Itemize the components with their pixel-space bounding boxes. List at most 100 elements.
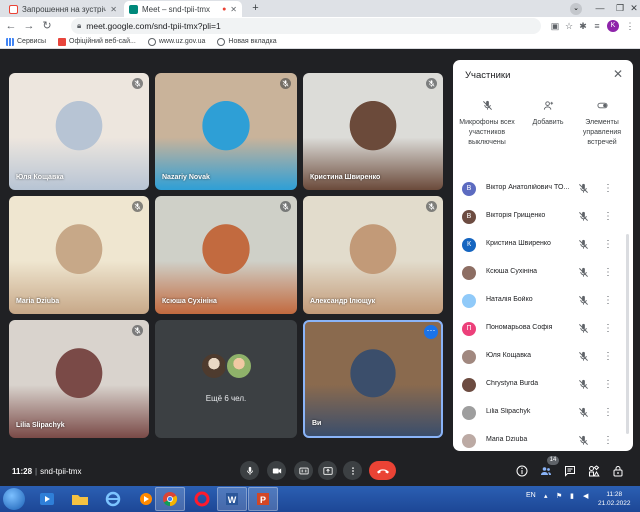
mic-off-icon[interactable] — [578, 211, 589, 222]
new-tab-button[interactable]: + — [249, 2, 262, 15]
participant-row[interactable]: Наталія Бойко ⋮ — [453, 287, 633, 315]
microphone-button[interactable] — [240, 461, 259, 480]
more-vert-icon[interactable]: ⋮ — [603, 182, 613, 196]
mic-off-icon[interactable] — [578, 239, 589, 250]
leave-call-button[interactable] — [369, 461, 396, 480]
browser-tab-meet[interactable]: Meet – snd-tpii-tmx ● ✕ — [124, 1, 242, 17]
participant-row[interactable]: Chrystyna Burda ⋮ — [453, 371, 633, 399]
forward-button[interactable]: → — [22, 18, 36, 34]
taskbar-explorer[interactable] — [65, 487, 95, 511]
participant-video-tile[interactable]: Nazariy Novak — [155, 73, 297, 190]
taskbar-opera[interactable] — [187, 487, 217, 511]
more-vert-icon[interactable]: ⋮ — [603, 266, 613, 280]
bookmark-official-site[interactable]: Офіційний веб-сай... — [58, 37, 136, 46]
participant-row[interactable]: Maria Dziuba ⋮ — [453, 427, 633, 451]
participants-button[interactable] — [538, 463, 554, 479]
maximize-button[interactable]: ❐ — [610, 0, 630, 17]
taskbar-internet-explorer[interactable] — [98, 487, 128, 511]
participant-video-tile[interactable]: Maria Dziuba — [9, 196, 149, 314]
mic-off-icon[interactable] — [578, 435, 589, 446]
participant-row[interactable]: Юля Кощавка ⋮ — [453, 343, 633, 371]
media-icon[interactable]: ≡ — [590, 18, 604, 34]
meeting-info-button[interactable] — [514, 463, 530, 479]
host-controls-button[interactable] — [610, 463, 626, 479]
more-vert-icon[interactable]: ⋮ — [603, 322, 613, 336]
participant-row[interactable]: К Кристина Швиренко ⋮ — [453, 231, 633, 259]
more-vert-icon[interactable]: ⋮ — [603, 434, 613, 448]
more-vert-icon[interactable]: ⋮ — [603, 406, 613, 420]
present-button[interactable] — [318, 461, 337, 480]
extensions-icon[interactable]: ✱ — [576, 18, 590, 34]
meet-stage: Юля Кощавка Nazariy Novak Кристина Швиренк… — [0, 49, 640, 486]
taskbar-chrome[interactable] — [155, 487, 185, 511]
more-options-button[interactable] — [343, 461, 362, 480]
participant-video-tile[interactable]: Lilia Slipachyk — [9, 320, 149, 438]
camera-icon[interactable]: ▣ — [548, 18, 562, 34]
captions-button[interactable] — [294, 461, 313, 480]
minimize-button[interactable]: — — [590, 0, 610, 17]
bookmark-uz[interactable]: www.uz.gov.ua — [147, 37, 205, 46]
meeting-controls-action[interactable]: Элементы управления встречей — [573, 98, 631, 148]
camera-button[interactable] — [267, 461, 286, 480]
keyboard-language[interactable]: EN — [526, 492, 536, 499]
menu-icon[interactable]: ⋮ — [623, 18, 637, 34]
windows-taskbar: W P EN ▴ ⚑ ▮ ◀ 11:28 21.02.2022 — [0, 486, 640, 512]
reload-button[interactable]: ↻ — [40, 18, 54, 34]
more-vert-icon[interactable]: ⋮ — [603, 238, 613, 252]
profile-avatar[interactable]: K — [607, 20, 619, 32]
address-bar[interactable]: 🔒︎ meet.google.com/snd-tpii-tmx?pli=1 — [71, 18, 541, 34]
taskbar-media-player[interactable] — [32, 487, 62, 511]
volume-icon[interactable]: ◀ — [583, 492, 588, 500]
mic-off-icon[interactable] — [578, 267, 589, 278]
bookmark-services[interactable]: Сервисы — [6, 37, 46, 46]
network-icon[interactable]: ▮ — [570, 492, 574, 500]
participant-video-tile[interactable]: Кристина Швиренко — [303, 73, 443, 190]
participant-row[interactable]: Ксюша Сухініна ⋮ — [453, 259, 633, 287]
more-vert-icon[interactable]: ⋮ — [603, 378, 613, 392]
avatar — [200, 352, 228, 380]
more-vert-icon[interactable]: ⋮ — [603, 294, 613, 308]
star-icon[interactable]: ☆ — [562, 18, 576, 34]
mic-off-icon[interactable] — [578, 183, 589, 194]
system-clock[interactable]: 11:28 21.02.2022 — [598, 490, 631, 508]
taskbar-powerpoint[interactable]: P — [248, 487, 278, 511]
participant-video-tile[interactable]: Юля Кощавка — [9, 73, 149, 190]
participant-row[interactable]: В Віктор Анатолійович ТО... ⋮ — [453, 175, 633, 203]
participant-video-tile[interactable]: Ксюша Сухініна — [155, 196, 297, 314]
close-icon[interactable]: ✕ — [110, 5, 117, 14]
scrollbar[interactable] — [626, 234, 629, 434]
participant-video-tile[interactable]: Александр Ілющук — [303, 196, 443, 314]
self-video-tile[interactable]: Ви ··· — [303, 320, 443, 438]
taskbar-word[interactable]: W — [217, 487, 247, 511]
add-people-action[interactable]: Добавить — [519, 98, 577, 128]
recording-icon: ● — [222, 5, 227, 13]
more-participants-tile[interactable]: Ещё 6 чел. — [155, 320, 297, 438]
mic-off-icon[interactable] — [578, 351, 589, 362]
more-vert-icon[interactable]: ⋮ — [603, 350, 613, 364]
participant-row[interactable]: П Пономарьова Софія ⋮ — [453, 315, 633, 343]
chat-button[interactable] — [562, 463, 578, 479]
flag-icon[interactable]: ⚑ — [556, 492, 562, 500]
url-text: meet.google.com/snd-tpii-tmx?pli=1 — [86, 21, 221, 31]
close-icon[interactable]: ✕ — [230, 5, 237, 14]
tile-options-button[interactable]: ··· — [424, 325, 438, 339]
more-vert-icon[interactable]: ⋮ — [603, 210, 613, 224]
close-window-button[interactable]: ✕ — [628, 0, 640, 17]
mic-off-icon[interactable] — [578, 295, 589, 306]
mic-off-icon[interactable] — [578, 407, 589, 418]
mic-off-icon[interactable] — [578, 379, 589, 390]
mute-all-action[interactable]: Микрофоны всех участников выключены — [458, 98, 516, 148]
participant-row[interactable]: В Вікторія Грищенко ⋮ — [453, 203, 633, 231]
tray-chevron-icon[interactable]: ▴ — [544, 492, 548, 500]
chevron-down-icon[interactable]: ⌄ — [570, 3, 582, 15]
close-icon[interactable]: ✕ — [613, 68, 623, 80]
mic-off-icon[interactable] — [578, 323, 589, 334]
avatar — [462, 294, 476, 308]
participant-row[interactable]: Lilia Slipachyk ⋮ — [453, 399, 633, 427]
activities-button[interactable] — [586, 463, 602, 479]
browser-tab-invitation[interactable]: Запрошення на зустріч: Калин ✕ — [4, 1, 122, 17]
start-button[interactable] — [3, 488, 25, 510]
bookmark-new-tab[interactable]: Новая вкладка — [217, 37, 277, 46]
action-label: Микрофоны всех участников выключены — [459, 119, 515, 146]
back-button[interactable]: ← — [4, 18, 18, 34]
